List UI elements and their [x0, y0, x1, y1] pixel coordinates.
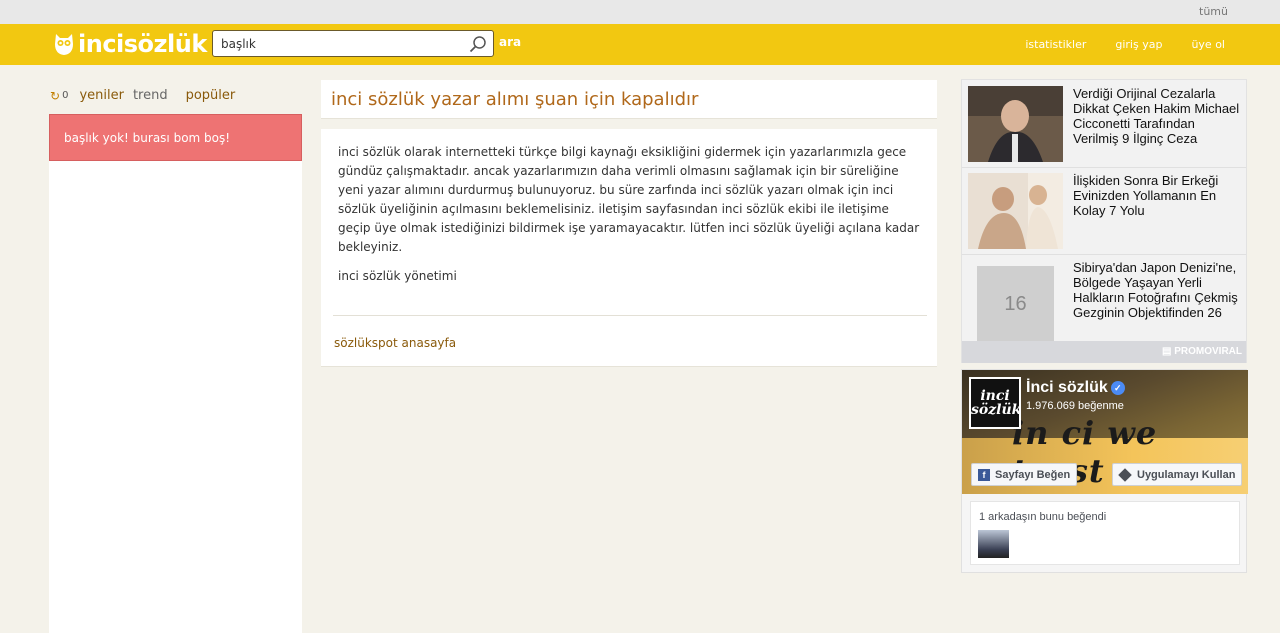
like-page-button[interactable]: f Sayfayı Beğen	[971, 463, 1078, 486]
ad-thumbnail	[968, 173, 1063, 249]
tab-popular[interactable]: popüler	[186, 88, 236, 103]
search-box	[212, 30, 494, 57]
facebook-page-logo[interactable]: inci sözlük	[969, 377, 1021, 429]
top-bar: tümü	[0, 0, 1280, 24]
search-button[interactable]: ara	[499, 35, 521, 49]
facebook-icon: f	[978, 468, 990, 481]
ad-item[interactable]: Verdiği Orijinal Cezalarla Dikkat Çeken …	[962, 80, 1246, 167]
use-app-button[interactable]: Uygulamayı Kullan	[1112, 463, 1243, 486]
logo-text: incisözlük	[78, 30, 207, 58]
ad-thumbnail	[968, 86, 1063, 162]
nav-register[interactable]: üye ol	[1191, 38, 1225, 51]
ad-item[interactable]: İlişkiden Sonra Bir Erkeği Evinizden Yol…	[962, 167, 1246, 254]
ad-text: Verdiği Orijinal Cezalarla Dikkat Çeken …	[1073, 86, 1240, 146]
content-paragraph: inci sözlük olarak internetteki türkçe b…	[338, 145, 920, 254]
ad-thumbnail: 16	[968, 260, 1063, 342]
like-page-label: Sayfayı Beğen	[995, 468, 1071, 481]
facebook-friends: 1 arkadaşın bunu beğendi	[970, 501, 1240, 565]
ad-thumbnail-placeholder: 16	[977, 266, 1054, 342]
ad-text: İlişkiden Sonra Bir Erkeği Evinizden Yol…	[1073, 173, 1219, 218]
facebook-likes: 1.976.069 beğenme	[1026, 400, 1124, 412]
ad-text: Sibirya'dan Japon Denizi'ne, Bölgede Yaş…	[1073, 260, 1238, 320]
use-app-label: Uygulamayı Kullan	[1137, 468, 1236, 481]
refresh-count: 0	[62, 90, 69, 101]
empty-topics-message: başlık yok! burası bom boş!	[49, 114, 302, 161]
refresh-icon[interactable]: ↻	[50, 89, 60, 103]
search-input[interactable]	[213, 31, 453, 56]
facebook-cover[interactable]: in ci we trust inci sözlük İnci sözlük✓ …	[962, 370, 1248, 494]
all-link[interactable]: tümü	[1199, 5, 1228, 18]
header-nav: istatistikler giriş yap üye ol	[1025, 38, 1225, 51]
home-link[interactable]: sözlükspot anasayfa	[334, 336, 456, 350]
facebook-page-name-text: İnci sözlük	[1026, 379, 1108, 396]
friend-avatar[interactable]	[978, 530, 1009, 558]
page-title: inci sözlük yazar alımı şuan için kapalı…	[331, 89, 699, 110]
search-icon[interactable]	[469, 35, 487, 53]
ad-item[interactable]: 16 Sibirya'dan Japon Denizi'ne, Bölgede …	[962, 254, 1246, 342]
divider	[333, 315, 927, 316]
promoted-ads: Verdiği Orijinal Cezalarla Dikkat Çeken …	[961, 79, 1247, 363]
facebook-page-name[interactable]: İnci sözlük ✓	[1026, 379, 1125, 397]
nav-statistics[interactable]: istatistikler	[1025, 38, 1086, 51]
content-signature: inci sözlük yönetimi	[338, 269, 457, 283]
verified-icon: ✓	[1110, 381, 1125, 395]
left-tabs: ↻ 0 yeniler trend popüler	[50, 88, 235, 103]
tab-new[interactable]: yeniler	[79, 88, 124, 103]
nav-login[interactable]: giriş yap	[1115, 38, 1162, 51]
app-cube-icon	[1118, 467, 1132, 482]
friends-text: 1 arkadaşın bunu beğendi	[979, 511, 1107, 523]
owl-icon	[55, 34, 73, 55]
promoviral-label: PROMOVIRAL	[1174, 346, 1242, 357]
content-box: inci sözlük olarak internetteki türkçe b…	[321, 129, 937, 367]
site-logo[interactable]: incisözlük	[53, 29, 207, 59]
facebook-page-widget: in ci we trust inci sözlük İnci sözlük✓ …	[961, 369, 1248, 573]
ad-footer: ▤ PROMOVIRAL	[962, 341, 1246, 363]
page-title-box: inci sözlük yazar alımı şuan için kapalı…	[321, 80, 937, 119]
header: incisözlük ara istatistikler giriş yap ü…	[0, 24, 1280, 65]
promoviral-brand[interactable]: ▤ PROMOVIRAL	[1162, 346, 1242, 357]
tab-trend[interactable]: trend	[133, 88, 168, 103]
topic-list-panel	[49, 114, 302, 633]
